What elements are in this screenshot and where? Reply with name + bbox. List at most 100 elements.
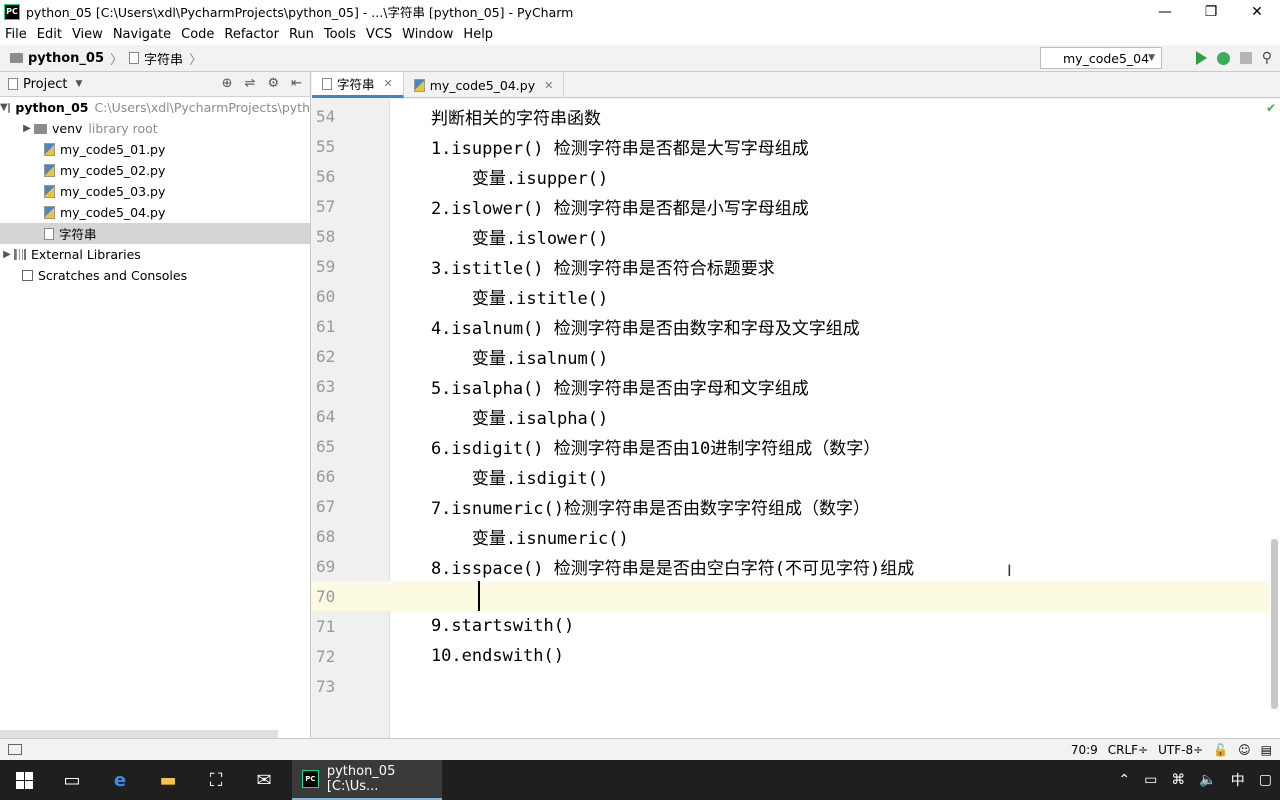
line-number: 63 xyxy=(316,376,336,396)
menu-view[interactable]: View xyxy=(67,27,108,42)
tree-item-file[interactable]: my_code5_01.py xyxy=(0,139,310,160)
line-separator[interactable]: CRLF÷ xyxy=(1108,743,1148,757)
code-line[interactable]: 55 1.isupper() 检测字符串是否都是大写字母组成 xyxy=(312,131,1270,161)
minimize-icon[interactable]: — xyxy=(1142,0,1188,23)
chevron-up-icon[interactable]: ⌃ xyxy=(1118,772,1130,788)
code-line[interactable]: 60 变量.istitle() xyxy=(312,281,1270,311)
menu-edit[interactable]: Edit xyxy=(32,27,67,42)
menu-refactor[interactable]: Refactor xyxy=(219,27,284,42)
chevron-right-icon[interactable]: ▶ xyxy=(20,123,34,134)
tree-item-file[interactable]: my_code5_03.py xyxy=(0,181,310,202)
code-line[interactable]: 71 9.startswith() xyxy=(312,611,1270,641)
code-line[interactable]: 59 3.istitle() 检测字符串是否符合标题要求 xyxy=(312,251,1270,281)
breadcrumb-file[interactable]: 字符串 xyxy=(144,49,183,68)
run-config-select[interactable]: my_code5_04 ▼ xyxy=(1040,47,1162,69)
start-button[interactable] xyxy=(0,760,48,800)
gear-icon[interactable]: ⚙ xyxy=(267,76,279,91)
code-editor[interactable]: 54 判断相关的字符串函数 55 1.isupper() 检测字符串是否都是大写… xyxy=(312,99,1280,738)
horizontal-scrollbar[interactable] xyxy=(0,730,278,738)
ime-indicator[interactable]: 中 xyxy=(1231,770,1245,790)
battery-icon[interactable]: ▭ xyxy=(1144,772,1157,788)
code-line[interactable]: 73 xyxy=(312,671,1270,701)
text-cursor-icon: Ι xyxy=(1007,561,1012,580)
folder-icon xyxy=(10,53,23,63)
menu-help[interactable]: Help xyxy=(458,27,498,42)
code-line[interactable]: 58 变量.islower() xyxy=(312,221,1270,251)
code-line[interactable]: 67 7.isnumeric()检测字符串是否由数字字符组成（数字） xyxy=(312,491,1270,521)
restore-icon[interactable]: ❐ xyxy=(1188,0,1234,23)
tree-item-file[interactable]: my_code5_04.py xyxy=(0,202,310,223)
chevron-right-icon: 〉 xyxy=(110,52,124,68)
edge-browser-icon[interactable]: e xyxy=(96,760,144,800)
code-line[interactable]: 54 判断相关的字符串函数 xyxy=(312,101,1270,131)
mail-icon[interactable]: ✉ xyxy=(240,760,288,800)
code-line[interactable]: 64 变量.isalpha() xyxy=(312,401,1270,431)
chevron-down-icon[interactable]: ▼ xyxy=(0,102,8,113)
chevron-down-icon[interactable]: ▼ xyxy=(75,79,82,89)
line-text: 4.isalnum() 检测字符串是否由数字和字母及文字组成 xyxy=(390,318,860,339)
menu-window[interactable]: Window xyxy=(397,27,458,42)
line-text: 9.startswith() xyxy=(390,616,575,636)
run-icon[interactable] xyxy=(1195,51,1207,65)
lock-icon[interactable]: 🔓 xyxy=(1213,743,1228,757)
caret-position[interactable]: 70:9 xyxy=(1071,743,1098,757)
tree-item-external-libraries[interactable]: ▶ External Libraries xyxy=(0,244,310,265)
tab-string-file[interactable]: 字符串 ✕ xyxy=(312,72,404,98)
volume-icon[interactable]: 🔈 xyxy=(1199,772,1216,788)
code-line[interactable]: 62 变量.isalnum() xyxy=(312,341,1270,371)
store-icon[interactable]: ⛶ xyxy=(192,760,240,800)
vertical-scrollbar[interactable] xyxy=(1271,539,1278,709)
inspection-ok-icon[interactable]: ✔ xyxy=(1266,101,1276,115)
notification-icon[interactable]: ▢ xyxy=(1259,772,1272,788)
menu-run[interactable]: Run xyxy=(284,27,319,42)
tab-my-code5-04[interactable]: my_code5_04.py ✕ xyxy=(404,72,565,98)
window-title: python_05 [C:\Users\xdl\PycharmProjects\… xyxy=(26,5,574,20)
hector-icon[interactable]: ☺ xyxy=(1238,743,1251,757)
menu-code[interactable]: Code xyxy=(176,27,219,42)
close-icon[interactable]: ✕ xyxy=(384,77,393,90)
code-line[interactable]: 72 10.endswith() xyxy=(312,641,1270,671)
close-icon[interactable]: ✕ xyxy=(1234,0,1280,23)
window-controls: — ❐ ✕ xyxy=(1142,0,1280,23)
file-explorer-icon[interactable]: ▬ xyxy=(144,760,192,800)
tree-item-scratches[interactable]: Scratches and Consoles xyxy=(0,265,310,286)
locate-icon[interactable]: ⊕ xyxy=(222,76,233,91)
code-line-current[interactable]: 70 xyxy=(312,581,1270,611)
project-panel-header: Project ▼ ⊕ ⇌ ⚙ ⇤ xyxy=(0,72,310,97)
menu-navigate[interactable]: Navigate xyxy=(108,27,176,42)
tree-item-file[interactable]: my_code5_02.py xyxy=(0,160,310,181)
code-line[interactable]: 65 6.isdigit() 检测字符串是否由10进制字符组成（数字） xyxy=(312,431,1270,461)
collapse-all-icon[interactable]: ⇌ xyxy=(245,76,256,91)
close-icon[interactable]: ✕ xyxy=(544,79,553,92)
code-line[interactable]: 61 4.isalnum() 检测字符串是否由数字和字母及文字组成 xyxy=(312,311,1270,341)
code-line[interactable]: 69 8.isspace() 检测字符串是是否由空白字符(不可见字符)组成 xyxy=(312,551,1270,581)
line-text: 变量.islower() xyxy=(390,228,609,249)
code-line[interactable]: 56 变量.isupper() xyxy=(312,161,1270,191)
hide-panel-icon[interactable]: ⇤ xyxy=(291,76,302,91)
task-view-icon[interactable]: ▭ xyxy=(48,760,96,800)
project-view-select[interactable]: Project xyxy=(23,77,67,92)
chevron-right-icon[interactable]: ▶ xyxy=(0,249,14,260)
taskbar-pycharm-app[interactable]: PC python_05 [C:\Us... xyxy=(292,760,442,800)
tree-item-venv[interactable]: ▶ venv library root xyxy=(0,118,310,139)
code-line[interactable]: 57 2.islower() 检测字符串是否都是小写字母组成 xyxy=(312,191,1270,221)
tree-root[interactable]: ▼ python_05 C:\Users\xdl\PycharmProjects… xyxy=(0,97,310,118)
code-line[interactable]: 66 变量.isdigit() xyxy=(312,461,1270,491)
menu-file[interactable]: File xyxy=(0,27,32,42)
code-line[interactable]: 68 变量.isnumeric() xyxy=(312,521,1270,551)
network-icon[interactable]: ⌘ xyxy=(1171,772,1185,788)
menu-vcs[interactable]: VCS xyxy=(361,27,397,42)
menu-tools[interactable]: Tools xyxy=(319,27,361,42)
debug-icon[interactable] xyxy=(1216,51,1230,65)
search-icon[interactable]: ⚲ xyxy=(1262,50,1272,66)
code-line[interactable]: 63 5.isalpha() 检测字符串是否由字母和文字组成 xyxy=(312,371,1270,401)
breadcrumb-project[interactable]: python_05 xyxy=(28,51,104,66)
stop-icon[interactable] xyxy=(1239,52,1252,64)
tool-windows-icon[interactable] xyxy=(8,744,22,755)
file-encoding[interactable]: UTF-8÷ xyxy=(1158,743,1203,757)
project-panel: Project ▼ ⊕ ⇌ ⚙ ⇤ ▼ python_05 C:\Users\x… xyxy=(0,72,311,738)
text-file-icon xyxy=(322,77,332,90)
line-number: 62 xyxy=(316,346,336,366)
event-log-icon[interactable]: ▤ xyxy=(1261,743,1272,757)
tree-item-file-selected[interactable]: 字符串 xyxy=(0,223,310,244)
